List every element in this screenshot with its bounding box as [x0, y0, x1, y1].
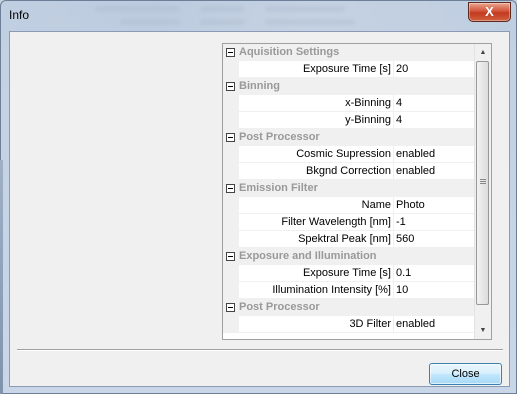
row-gutter: [223, 316, 239, 333]
property-name: Name: [239, 197, 394, 214]
category-label: Aquisition Settings: [239, 46, 340, 58]
row-gutter: [223, 231, 239, 248]
property-value[interactable]: enabled: [394, 316, 476, 333]
property-row[interactable]: Illumination Intensity [%] 10: [223, 282, 476, 299]
dialog-client-area: Aquisition Settings Exposure Time [s] 20 Bi…: [9, 31, 510, 387]
property-value[interactable]: Photo: [394, 197, 476, 214]
property-value[interactable]: 4: [394, 112, 476, 129]
property-value[interactable]: enabled: [394, 146, 476, 163]
row-gutter: [223, 112, 239, 129]
window-close-button[interactable]: X: [468, 2, 511, 22]
property-row[interactable]: Bkgnd Correction enabled: [223, 163, 476, 180]
property-name: Filter Wavelength [nm]: [239, 214, 394, 231]
property-value[interactable]: 4: [394, 95, 476, 112]
property-grid-rows: Aquisition Settings Exposure Time [s] 20 Bi…: [223, 44, 476, 333]
property-name: Bkgnd Correction: [239, 163, 394, 180]
collapse-minus-icon[interactable]: [226, 252, 235, 261]
collapse-minus-icon[interactable]: [226, 303, 235, 312]
row-gutter: [223, 146, 239, 163]
property-value[interactable]: 10: [394, 282, 476, 299]
property-row[interactable]: Filter Wavelength [nm] -1: [223, 214, 476, 231]
row-gutter: [223, 95, 239, 112]
row-gutter: [223, 214, 239, 231]
collapse-minus-icon[interactable]: [226, 82, 235, 91]
property-value[interactable]: 0.1: [394, 265, 476, 282]
property-row[interactable]: y-Binning 4: [223, 112, 476, 129]
property-name: Illumination Intensity [%]: [239, 282, 394, 299]
category-row[interactable]: Post Processor: [223, 129, 476, 146]
property-name: Cosmic Supression: [239, 146, 394, 163]
property-value[interactable]: -1: [394, 214, 476, 231]
close-button[interactable]: Close: [429, 363, 502, 385]
property-name: y-Binning: [239, 112, 394, 129]
collapse-minus-icon[interactable]: [226, 184, 235, 193]
category-label: Post Processor: [239, 131, 320, 143]
property-name: x-Binning: [239, 95, 394, 112]
category-row[interactable]: Binning: [223, 78, 476, 95]
category-row[interactable]: Post Processor: [223, 299, 476, 316]
property-value[interactable]: enabled: [394, 163, 476, 180]
category-row[interactable]: Emission Filter: [223, 180, 476, 197]
property-row[interactable]: Spektral Peak [nm] 560: [223, 231, 476, 248]
property-value[interactable]: 20: [394, 61, 476, 78]
window-title: Info: [9, 8, 30, 22]
property-name: Spektral Peak [nm]: [239, 231, 394, 248]
collapse-minus-icon[interactable]: [226, 48, 235, 57]
row-gutter: [223, 163, 239, 180]
property-row[interactable]: Cosmic Supression enabled: [223, 146, 476, 163]
property-name: Exposure Time [s]: [239, 265, 394, 282]
vertical-scrollbar[interactable]: ▲ ▼: [474, 44, 491, 339]
row-gutter: [223, 197, 239, 214]
background-window-edge: [0, 160, 3, 394]
category-label: Emission Filter: [239, 182, 318, 194]
scroll-up-arrow-icon[interactable]: ▲: [475, 44, 491, 61]
property-name: Exposure Time [s]: [239, 61, 394, 78]
property-row[interactable]: Name Photo: [223, 197, 476, 214]
info-dialog: Info X Aquisition Settings Exposure Time …: [0, 0, 517, 394]
property-value[interactable]: 560: [394, 231, 476, 248]
footer-separator: [17, 349, 503, 351]
category-label: Binning: [239, 80, 280, 92]
category-row[interactable]: Aquisition Settings: [223, 44, 476, 61]
property-row[interactable]: 3D Filter enabled: [223, 316, 476, 333]
property-row[interactable]: Exposure Time [s] 20: [223, 61, 476, 78]
property-grid[interactable]: Aquisition Settings Exposure Time [s] 20 Bi…: [222, 43, 492, 340]
row-gutter: [223, 282, 239, 299]
scroll-down-arrow-icon[interactable]: ▼: [475, 322, 491, 339]
category-row[interactable]: Exposure and Illumination: [223, 248, 476, 265]
category-label: Exposure and Illumination: [239, 250, 377, 262]
category-label: Post Processor: [239, 301, 320, 313]
scrollbar-grip-icon: [480, 179, 486, 185]
row-gutter: [223, 265, 239, 282]
scrollbar-thumb[interactable]: [476, 61, 489, 305]
property-row[interactable]: x-Binning 4: [223, 95, 476, 112]
property-row[interactable]: Exposure Time [s] 0.1: [223, 265, 476, 282]
row-gutter: [223, 61, 239, 78]
collapse-minus-icon[interactable]: [226, 133, 235, 142]
property-name: 3D Filter: [239, 316, 394, 333]
